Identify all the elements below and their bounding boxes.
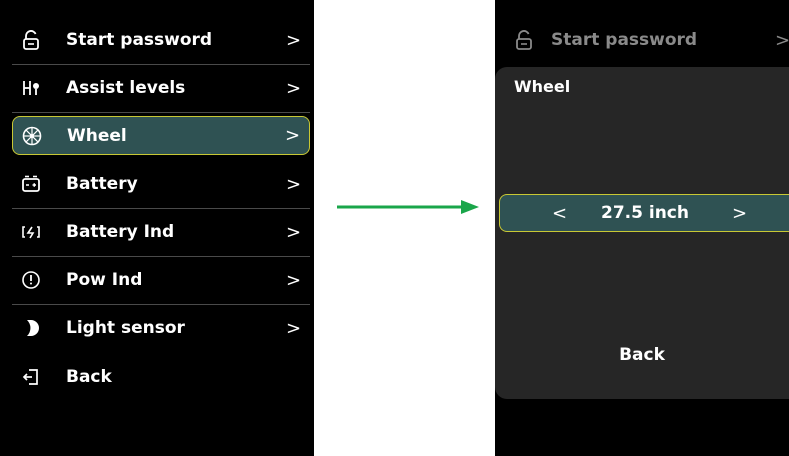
menu-item-start-password[interactable]: Start password > bbox=[12, 20, 310, 60]
menu-item-label: Light sensor bbox=[66, 318, 185, 338]
wheel-size-selector[interactable]: 27.5 inch < > bbox=[499, 194, 789, 232]
divider bbox=[12, 208, 310, 209]
menu-item-label: Assist levels bbox=[66, 78, 186, 98]
menu-item-start-password-faded: Start password > bbox=[507, 20, 789, 60]
menu-item-label: Pow Ind bbox=[66, 270, 143, 290]
chevron-right-icon: > bbox=[286, 173, 302, 195]
divider bbox=[12, 256, 310, 257]
power-indicator-icon bbox=[20, 269, 42, 291]
menu-item-battery-ind[interactable]: Battery Ind > bbox=[12, 212, 310, 252]
menu-item-label: Wheel bbox=[67, 125, 127, 146]
transition-arrow-icon bbox=[337, 200, 479, 214]
right-screen: Start password > Wheel 27.5 inch < > Bac… bbox=[495, 0, 789, 456]
divider bbox=[12, 112, 310, 113]
battery-icon bbox=[20, 173, 42, 195]
chevron-right-icon: > bbox=[286, 77, 302, 99]
battery-indicator-icon bbox=[20, 221, 42, 243]
left-screen: Start password > Assist levels > Wheel >… bbox=[0, 0, 314, 456]
unlock-icon bbox=[513, 29, 535, 51]
back-button[interactable]: Back bbox=[12, 357, 310, 397]
popup-back-button[interactable]: Back bbox=[495, 345, 789, 365]
menu-item-light-sensor[interactable]: Light sensor > bbox=[12, 308, 310, 348]
menu-item-label: Battery bbox=[66, 174, 138, 194]
popup-title: Wheel bbox=[514, 77, 571, 96]
unlock-icon bbox=[20, 29, 42, 51]
menu-item-pow-ind[interactable]: Pow Ind > bbox=[12, 260, 310, 300]
chevron-right-icon: > bbox=[775, 29, 789, 51]
chevron-right-icon: > bbox=[286, 29, 302, 51]
menu-item-label: Start password bbox=[66, 30, 213, 50]
back-label: Back bbox=[66, 367, 112, 387]
menu-item-label: Battery Ind bbox=[66, 222, 175, 242]
menu-item-battery[interactable]: Battery > bbox=[12, 164, 310, 204]
wheel-popup: Wheel 27.5 inch < > Back bbox=[495, 67, 789, 399]
chevron-right-icon: > bbox=[286, 221, 302, 243]
wheel-icon bbox=[21, 125, 43, 147]
chevron-right-icon: > bbox=[286, 317, 302, 339]
menu-item-label: Start password bbox=[551, 30, 698, 50]
chevron-right-icon: > bbox=[286, 269, 302, 291]
light-sensor-icon bbox=[20, 317, 42, 339]
menu-item-wheel[interactable]: Wheel > bbox=[12, 116, 310, 155]
increase-button[interactable]: > bbox=[732, 203, 747, 224]
menu-item-assist-levels[interactable]: Assist levels > bbox=[12, 68, 310, 108]
chevron-right-icon: > bbox=[285, 125, 301, 146]
exit-icon bbox=[20, 366, 42, 388]
divider bbox=[12, 64, 310, 65]
decrease-button[interactable]: < bbox=[552, 203, 567, 224]
assist-levels-icon bbox=[20, 77, 42, 99]
divider bbox=[12, 304, 310, 305]
